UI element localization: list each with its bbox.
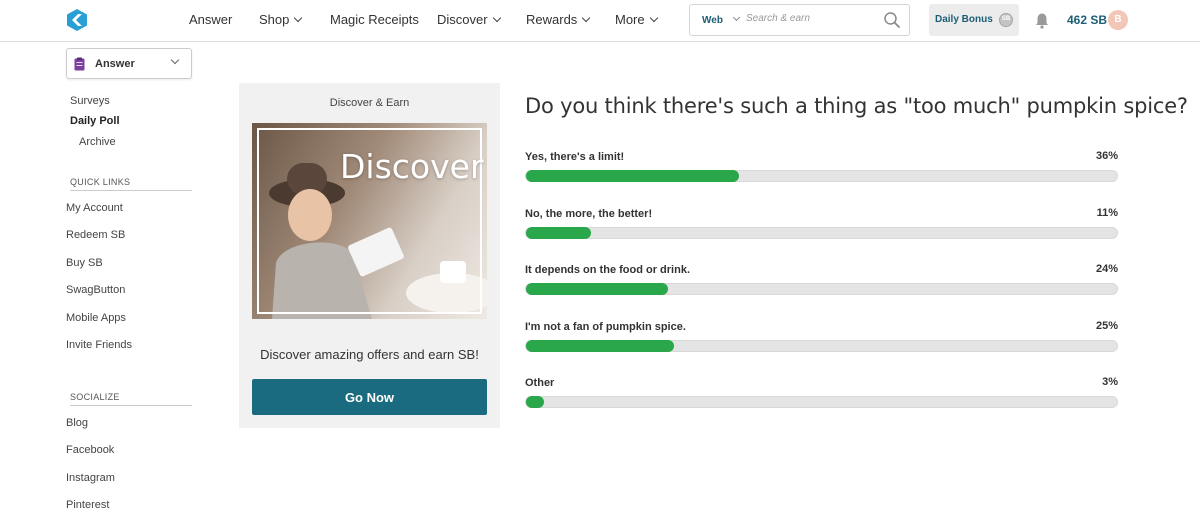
- chevron-down-icon: [492, 13, 501, 23]
- poll-bar-fill: [526, 170, 739, 182]
- nav-discover[interactable]: Discover: [437, 12, 501, 27]
- poll-bar-fill: [526, 396, 544, 408]
- nav-magic-receipts[interactable]: Magic Receipts: [330, 12, 419, 27]
- poll-option-percent: 25%: [1095, 320, 1118, 332]
- top-navigation: Answer Shop Magic Receipts Discover Rewa…: [0, 0, 1200, 42]
- poll-bar-track: [525, 227, 1118, 239]
- sidebar-link-facebook[interactable]: Facebook: [66, 444, 114, 456]
- sidebar-link-redeem-sb[interactable]: Redeem SB: [66, 229, 125, 241]
- poll-option-percent: 36%: [1095, 150, 1118, 162]
- sidebar-link-blog[interactable]: Blog: [66, 417, 88, 429]
- swagbucks-logo-icon[interactable]: [65, 8, 89, 32]
- sidebar-link-instagram[interactable]: Instagram: [66, 472, 115, 484]
- discover-promo-image[interactable]: Discover: [252, 123, 487, 319]
- poll-option-label: Yes, there's a limit!: [525, 151, 625, 163]
- chevron-down-icon: [582, 13, 591, 23]
- sidebar-link-invite-friends[interactable]: Invite Friends: [66, 339, 132, 351]
- poll-bar-fill: [526, 227, 591, 239]
- poll-bar-track: [525, 396, 1118, 408]
- daily-bonus-label: Daily Bonus: [935, 14, 993, 25]
- poll-option-percent: 3%: [1102, 376, 1118, 388]
- go-now-button[interactable]: Go Now: [252, 379, 487, 415]
- chevron-down-icon[interactable]: [732, 13, 741, 22]
- sb-coin-icon: SB: [999, 13, 1013, 27]
- clipboard-icon: [74, 57, 85, 71]
- poll-option-label: I'm not a fan of pumpkin spice.: [525, 321, 686, 333]
- discover-card-description: Discover amazing offers and earn SB!: [260, 347, 479, 362]
- poll-question: Do you think there's such a thing as "to…: [525, 94, 1188, 118]
- poll-option-percent: 24%: [1095, 263, 1118, 275]
- notifications-bell-icon[interactable]: [1034, 12, 1050, 29]
- search-scope-select[interactable]: Web: [702, 15, 723, 26]
- avatar[interactable]: B: [1108, 10, 1128, 30]
- quick-links-heading: QUICK LINKS: [70, 177, 192, 191]
- chevron-down-icon: [294, 13, 303, 23]
- section-select-label: Answer: [95, 58, 135, 70]
- discover-card: Discover & Earn Discover Discover amazin…: [239, 83, 500, 428]
- nav-shop[interactable]: Shop: [259, 12, 303, 27]
- nav-answer[interactable]: Answer: [189, 12, 232, 27]
- nav-rewards[interactable]: Rewards: [526, 12, 591, 27]
- sidebar-link-archive[interactable]: Archive: [79, 136, 116, 148]
- section-select[interactable]: Answer: [66, 48, 192, 79]
- poll-bar-track: [525, 170, 1118, 182]
- poll-option-label: It depends on the food or drink.: [525, 264, 690, 276]
- chevron-down-icon: [170, 55, 180, 65]
- promo-text: Discover: [340, 147, 484, 186]
- nav-more[interactable]: More: [615, 12, 658, 27]
- chevron-down-icon: [649, 13, 658, 23]
- sidebar-link-buy-sb[interactable]: Buy SB: [66, 257, 103, 269]
- sidebar-link-swagbutton[interactable]: SwagButton: [66, 284, 125, 296]
- sidebar-link-pinterest[interactable]: Pinterest: [66, 499, 109, 511]
- sb-balance[interactable]: 462 SB: [1067, 13, 1107, 27]
- poll-option-label: Other: [525, 377, 555, 389]
- search-icon[interactable]: [883, 11, 901, 29]
- poll-option-percent: 11%: [1096, 207, 1118, 219]
- discover-card-title: Discover & Earn: [329, 97, 410, 109]
- poll-option-label: No, the more, the better!: [525, 208, 653, 220]
- daily-bonus-button[interactable]: Daily Bonus SB: [929, 4, 1019, 36]
- poll-bar-track: [525, 340, 1118, 352]
- sidebar-link-daily-poll[interactable]: Daily Poll: [70, 115, 120, 127]
- poll-bar-track: [525, 283, 1118, 295]
- sidebar-link-mobile-apps[interactable]: Mobile Apps: [66, 312, 126, 324]
- poll-bar-fill: [526, 340, 674, 352]
- search-input[interactable]: [746, 13, 876, 24]
- sidebar-link-my-account[interactable]: My Account: [66, 202, 123, 214]
- poll-bar-fill: [526, 283, 668, 295]
- sidebar-link-surveys[interactable]: Surveys: [70, 95, 110, 107]
- search-box: Web: [689, 4, 910, 36]
- socialize-heading: SOCIALIZE: [70, 392, 192, 406]
